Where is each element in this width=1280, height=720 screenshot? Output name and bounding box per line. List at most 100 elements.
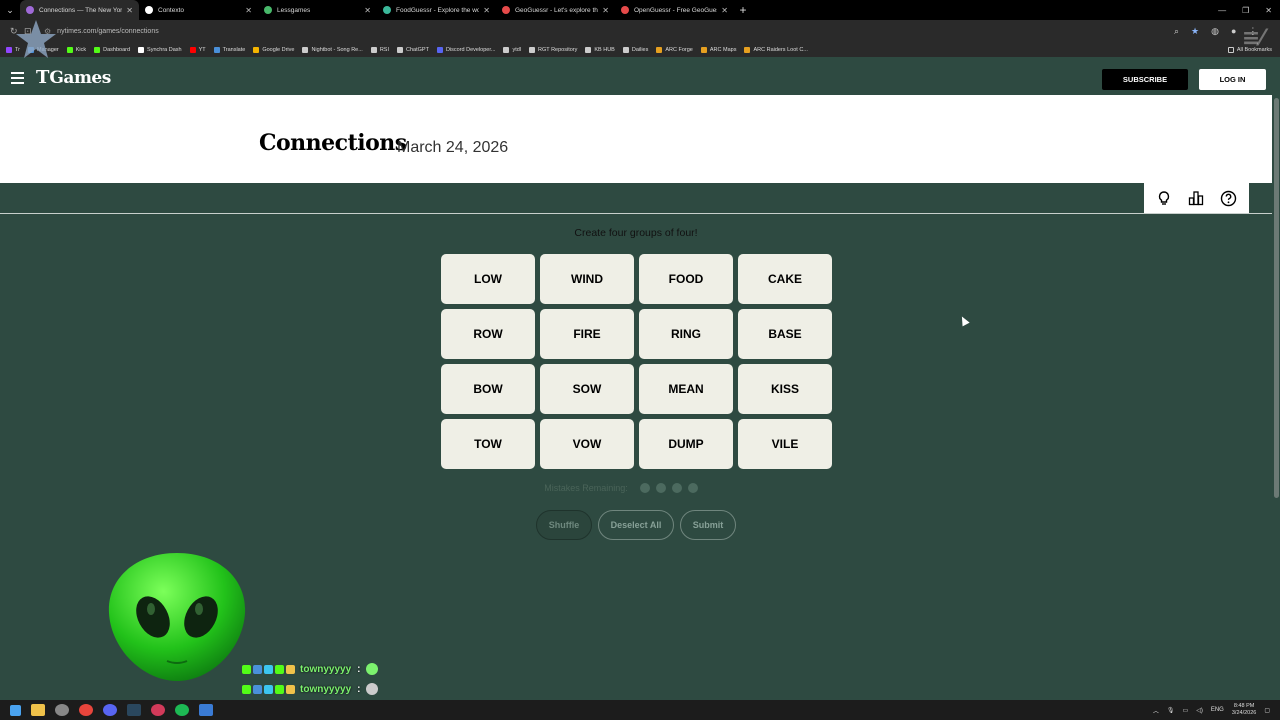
steam-icon[interactable]: [127, 704, 141, 716]
browser-tab[interactable]: Connections — The New York T ✕: [20, 0, 139, 20]
bookmark-item[interactable]: Dashboard: [94, 46, 130, 53]
bookmark-label: ARC Forge: [665, 46, 693, 53]
submit-button[interactable]: Submit: [680, 510, 736, 540]
bar-chart-icon[interactable]: [1188, 190, 1204, 206]
settings-icon[interactable]: [55, 704, 69, 716]
bookmark-label: Translate: [222, 46, 246, 53]
bookmark-star-icon[interactable]: ★: [1191, 26, 1199, 37]
url-field[interactable]: ⚙ nytimes.com/games/connections: [44, 23, 1124, 39]
word-card[interactable]: FIRE: [540, 309, 634, 359]
windows-taskbar: ︿ 🎙 ▭ ◁) ENG 8:48 PM 3/24/2026 ▢: [0, 700, 1280, 720]
login-button[interactable]: LOG IN: [1199, 69, 1266, 90]
bookmark-favicon-icon: [253, 46, 260, 53]
bookmark-favicon-icon: [370, 46, 377, 53]
browser-tab[interactable]: OpenGuessr - Free GeoGuessr ✕: [615, 0, 734, 20]
chat-emote-icon: [366, 683, 379, 695]
volume-icon[interactable]: ◁): [1196, 707, 1203, 714]
notification-icon[interactable]: ▢: [1264, 707, 1270, 714]
close-window-icon[interactable]: ✕: [1265, 6, 1272, 15]
tab-close-icon[interactable]: ✕: [602, 6, 609, 15]
obs-icon[interactable]: [151, 704, 165, 716]
scroll-thumb[interactable]: [1274, 98, 1279, 498]
extension-icon[interactable]: ◍: [1211, 26, 1219, 37]
browser-tab[interactable]: Lessgames ✕: [258, 0, 377, 20]
tab-close-icon[interactable]: ✕: [483, 6, 490, 15]
minimize-icon[interactable]: —: [1218, 6, 1226, 15]
bookmark-item[interactable]: RGT Repository: [529, 46, 578, 53]
shuffle-button[interactable]: Shuffle: [536, 510, 592, 540]
network-icon[interactable]: ▭: [1183, 707, 1189, 714]
scrollbar[interactable]: [1272, 60, 1280, 700]
tab-close-icon[interactable]: ✕: [364, 6, 371, 15]
word-card[interactable]: CAKE: [738, 254, 832, 304]
browser-tab[interactable]: GeoGuessr - Let's explore the w ✕: [496, 0, 615, 20]
profile-icon[interactable]: ●: [1231, 26, 1236, 37]
mic-icon[interactable]: 🎙: [1167, 707, 1175, 714]
tab-search-icon[interactable]: ⌄: [0, 0, 20, 20]
tray-chevron-icon[interactable]: ︿: [1153, 706, 1159, 715]
word-card[interactable]: RING: [639, 309, 733, 359]
word-card[interactable]: ROW: [441, 309, 535, 359]
bookmark-item[interactable]: RSI: [370, 46, 389, 53]
word-card[interactable]: BASE: [738, 309, 832, 359]
zoom-icon[interactable]: ⌕: [1174, 26, 1179, 37]
window-controls: — ❐ ✕: [1218, 0, 1272, 20]
lightbulb-icon[interactable]: [1156, 190, 1172, 206]
tray-clock[interactable]: 8:48 PM 3/24/2026: [1232, 703, 1256, 717]
bookmark-label: Google Drive: [262, 46, 295, 53]
word-card[interactable]: SOW: [540, 364, 634, 414]
game-toolbar-row: [0, 183, 1272, 214]
word-card[interactable]: KISS: [738, 364, 832, 414]
hamburger-menu-icon[interactable]: [11, 71, 24, 84]
bookmark-label: RGT Repository: [538, 46, 578, 53]
bookmark-item[interactable]: Synchra Dash: [138, 46, 182, 53]
browser-tab[interactable]: FoodGuessr - Explore the world ✕: [377, 0, 496, 20]
word-card[interactable]: VILE: [738, 419, 832, 469]
bookmark-item[interactable]: ARC Raiders Loot C...: [744, 46, 808, 53]
help-icon[interactable]: [1220, 190, 1237, 207]
chrome-icon[interactable]: [79, 704, 93, 716]
browser-tab[interactable]: Contexto ✕: [139, 0, 258, 20]
discord-icon[interactable]: [103, 704, 117, 716]
word-card[interactable]: VOW: [540, 419, 634, 469]
file-explorer-icon[interactable]: [31, 704, 45, 716]
chat-emote-icon: [366, 663, 379, 675]
bookmark-item[interactable]: Nightbot - Song Re...: [302, 46, 363, 53]
chat-badge-icon: [253, 684, 262, 694]
word-card[interactable]: BOW: [441, 364, 535, 414]
restore-icon[interactable]: ❐: [1242, 6, 1249, 15]
word-card[interactable]: WIND: [540, 254, 634, 304]
word-card[interactable]: MEAN: [639, 364, 733, 414]
word-card[interactable]: LOW: [441, 254, 535, 304]
word-card[interactable]: DUMP: [639, 419, 733, 469]
bookmark-item[interactable]: Discord Developer...: [436, 46, 495, 53]
tab-title: Contexto: [158, 6, 185, 14]
bookmark-item[interactable]: Kick: [66, 46, 86, 53]
bookmark-label: KB HUB: [594, 46, 615, 53]
spotify-icon[interactable]: [175, 704, 189, 716]
deselect-all-button[interactable]: Deselect All: [598, 510, 674, 540]
word-card[interactable]: FOOD: [639, 254, 733, 304]
bookmark-item[interactable]: Translate: [213, 46, 246, 53]
new-tab-button[interactable]: +: [734, 3, 752, 17]
bookmark-item[interactable]: YT: [189, 46, 206, 53]
bookmark-item[interactable]: KB HUB: [585, 46, 615, 53]
subscribe-button[interactable]: SUBSCRIBE: [1102, 69, 1188, 90]
word-card[interactable]: TOW: [441, 419, 535, 469]
bookmark-item[interactable]: ARC Maps: [700, 46, 736, 53]
windows-start-icon[interactable]: [10, 704, 21, 716]
nyt-games-logo[interactable]: T Games: [36, 67, 111, 88]
tab-close-icon[interactable]: ✕: [245, 6, 252, 15]
app-icon[interactable]: [199, 704, 213, 716]
bookmark-item[interactable]: ChatGPT: [397, 46, 429, 53]
bookmark-item[interactable]: ytdl: [503, 46, 521, 53]
bookmark-item[interactable]: ARC Forge: [656, 46, 693, 53]
bookmark-item[interactable]: Dailies: [622, 46, 648, 53]
url-text: nytimes.com/games/connections: [57, 27, 159, 35]
language-indicator[interactable]: ENG: [1211, 707, 1224, 713]
tab-close-icon[interactable]: ✕: [721, 6, 728, 15]
bookmark-item[interactable]: Google Drive: [253, 46, 295, 53]
clock-date: 3/24/2026: [1231, 710, 1257, 716]
tab-favicon-icon: [264, 6, 272, 14]
tab-close-icon[interactable]: ✕: [126, 6, 133, 15]
